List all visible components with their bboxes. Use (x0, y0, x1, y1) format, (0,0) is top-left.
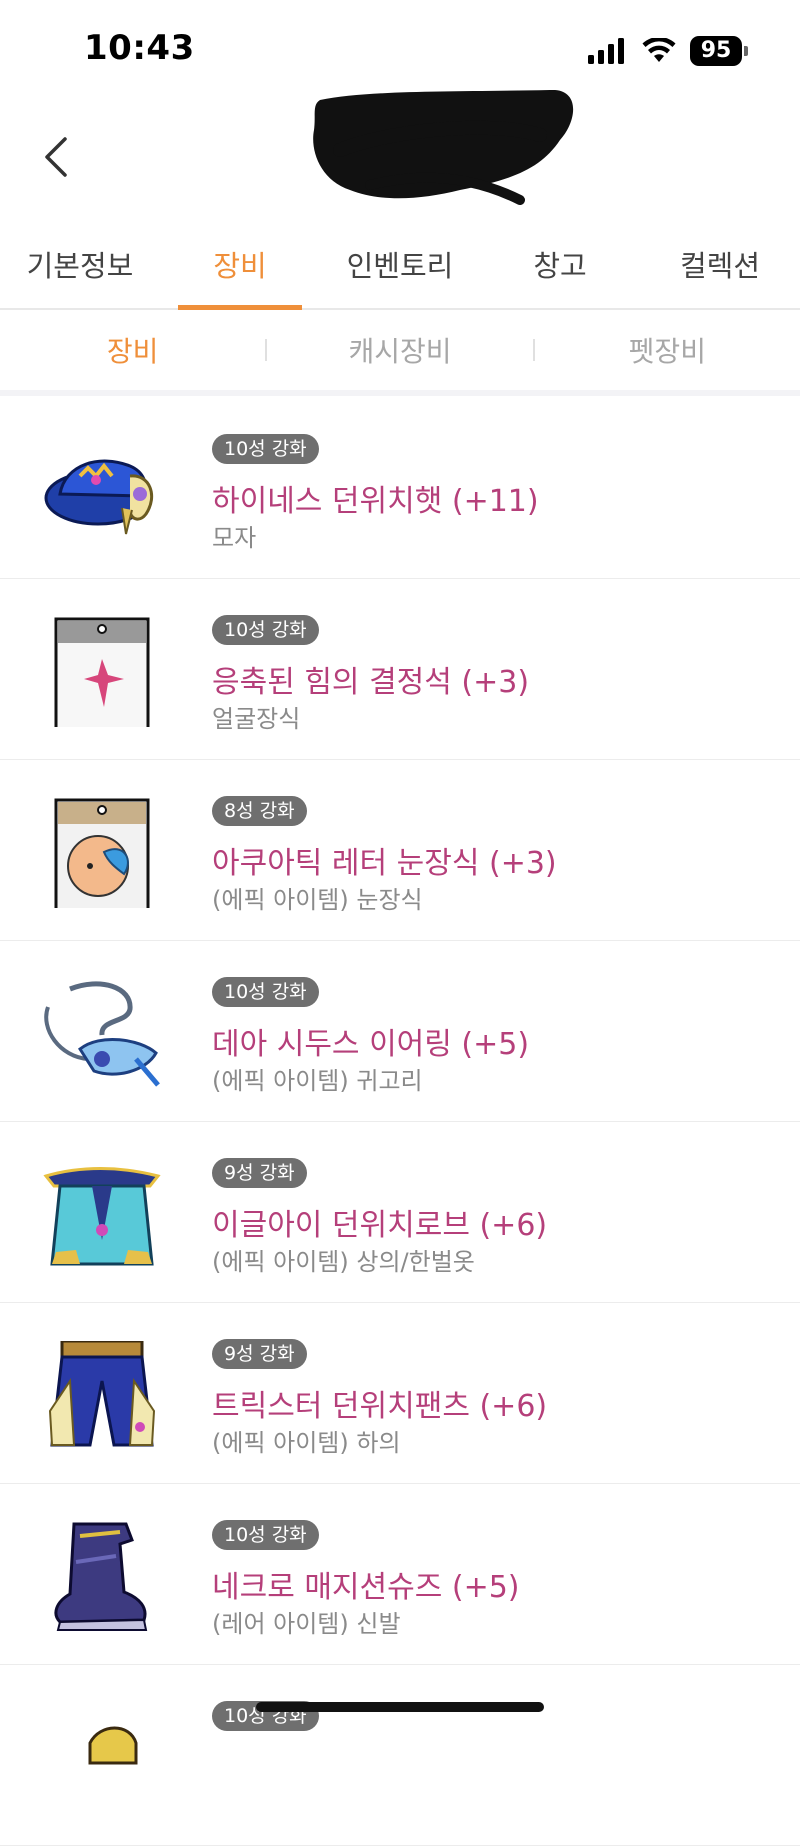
hat-icon (44, 459, 154, 535)
item-name: 아쿠아틱 레터 눈장식 (+3) (212, 846, 557, 881)
star-force-badge: 9성 강화 (212, 1158, 307, 1188)
item-type: (에픽 아이템) 상의/한벌옷 (212, 1248, 475, 1276)
battery-level: 95 (690, 36, 742, 66)
subtab-pet-equipment[interactable]: 펫장비 (535, 330, 800, 370)
redacted-character-name (313, 90, 573, 205)
home-indicator (256, 1702, 544, 1712)
list-item[interactable]: 10성 강화 네크로 매지션슈즈 (+5) (레어 아이템) 신발 (0, 1484, 800, 1665)
status-bar: 10:43 95 (0, 0, 800, 100)
item-type: (에픽 아이템) 귀고리 (212, 1067, 423, 1095)
item-type: 모자 (212, 524, 257, 552)
item-name: 이글아이 던위치로브 (+6) (212, 1208, 548, 1243)
main-tabs: 기본정보 장비 인벤토리 창고 컬렉션 (0, 238, 800, 310)
face-accessory-icon (54, 617, 150, 727)
item-type: (레어 아이템) 신발 (212, 1610, 401, 1638)
list-item[interactable]: 10성 강화 하이네스 던위치햇 (+11) 모자 (0, 398, 800, 579)
tab-basic-info[interactable]: 기본정보 (0, 238, 160, 308)
item-type: 얼굴장식 (212, 705, 301, 733)
chevron-left-icon (45, 137, 67, 177)
sub-tabs: 장비 캐시장비 펫장비 (0, 310, 800, 396)
battery-icon: 95 (690, 36, 748, 66)
subtab-equipment[interactable]: 장비 (0, 330, 265, 370)
robe-icon (43, 1167, 161, 1266)
list-item[interactable]: 9성 강화 이글아이 던위치로브 (+6) (에픽 아이템) 상의/한벌옷 (0, 1122, 800, 1303)
star-force-badge: 10성 강화 (212, 434, 319, 464)
status-time: 10:43 (84, 28, 195, 68)
wifi-icon (642, 38, 676, 62)
pants-icon (48, 1341, 156, 1447)
equipment-list: 10성 강화 하이네스 던위치햇 (+11) 모자 10성 강화 응축된 힘의 … (0, 398, 800, 1846)
list-item[interactable]: 9성 강화 트릭스터 던위치팬츠 (+6) (에픽 아이템) 하의 (0, 1303, 800, 1484)
list-item[interactable]: 10성 강화 데아 시두스 이어링 (+5) (에픽 아이템) 귀고리 (0, 941, 800, 1122)
star-force-badge: 10성 강화 (212, 615, 319, 645)
item-type: (에픽 아이템) 눈장식 (212, 886, 423, 914)
item-name: 하이네스 던위치햇 (+11) (212, 484, 539, 519)
star-force-badge: 9성 강화 (212, 1339, 307, 1369)
tab-collection[interactable]: 컬렉션 (640, 238, 800, 308)
list-item[interactable]: 8성 강화 아쿠아틱 레터 눈장식 (+3) (에픽 아이템) 눈장식 (0, 760, 800, 941)
item-name: 응축된 힘의 결정석 (+3) (212, 665, 530, 700)
item-icon (88, 1726, 138, 1765)
eye-accessory-icon (54, 798, 150, 908)
shoes-icon (54, 1522, 148, 1631)
star-force-badge: 8성 강화 (212, 796, 307, 826)
tab-storage[interactable]: 창고 (480, 238, 640, 308)
star-force-badge: 10성 강화 (212, 977, 319, 1007)
item-name: 데아 시두스 이어링 (+5) (212, 1027, 530, 1062)
item-name: 네크로 매지션슈즈 (+5) (212, 1570, 520, 1605)
list-item[interactable]: 10성 강화 (0, 1665, 800, 1846)
back-button[interactable] (26, 122, 86, 192)
tab-equipment[interactable]: 장비 (160, 238, 320, 310)
signal-icon (588, 38, 624, 64)
star-force-badge: 10성 강화 (212, 1520, 319, 1550)
earring-icon (44, 981, 160, 1087)
status-icons: 95 (588, 36, 748, 66)
subtab-cash-equipment[interactable]: 캐시장비 (267, 330, 532, 370)
list-item[interactable]: 10성 강화 응축된 힘의 결정석 (+3) 얼굴장식 (0, 579, 800, 760)
item-name: 트릭스터 던위치팬츠 (+6) (212, 1389, 548, 1424)
tab-inventory[interactable]: 인벤토리 (320, 238, 480, 308)
item-type: (에픽 아이템) 하의 (212, 1429, 401, 1457)
